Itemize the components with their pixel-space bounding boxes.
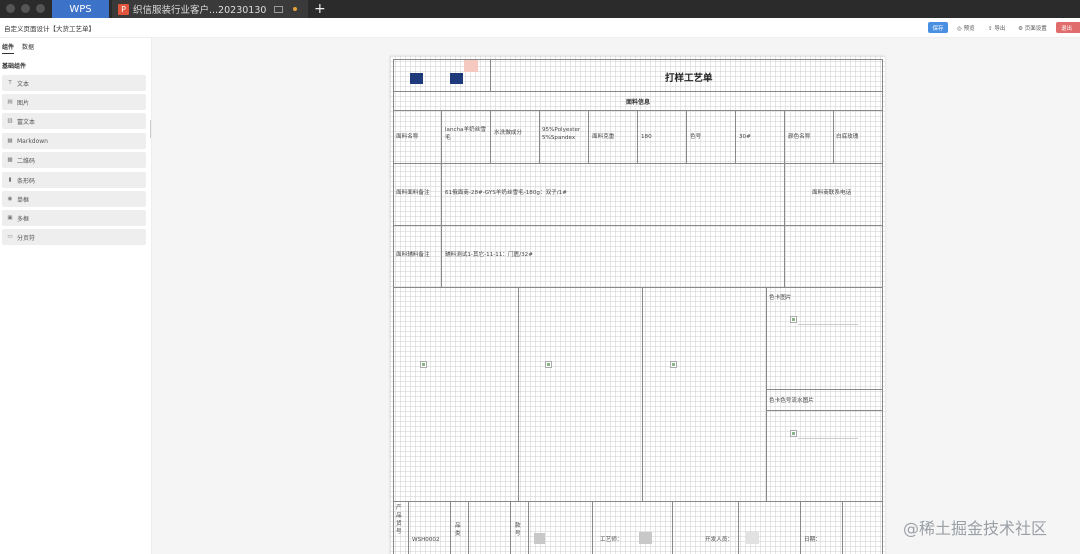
markdown-icon: ▦ [7,138,13,144]
color-card-image-placeholder[interactable] [790,316,797,323]
accessory-remark-value[interactable]: 辅料测试1-其它-11-11：门匮/32# [445,251,533,259]
radio-icon: ◉ [7,196,13,202]
wash-label[interactable]: 水洗做成分 [494,129,538,137]
sidebar-item-label: 文本 [17,80,30,88]
sidebar-item-rich-text[interactable]: ▥ 富文本 [2,113,146,129]
color-no-label[interactable]: 色号 [690,133,701,141]
color-card-label[interactable]: 色卡图片 [769,294,791,302]
close-window-button[interactable] [6,4,15,13]
sidebar-item-label: 多框 [17,215,30,223]
tab-wps-label: WPS [69,3,92,15]
sidebar-item-label: 单框 [17,196,30,204]
color-card-detail-label[interactable]: 色卡色号流水图片 [769,397,814,405]
export-button[interactable]: ⇪ 导出 [988,24,1005,32]
sidebar-item-text[interactable]: T 文本 [2,75,146,91]
accessory-remark-label[interactable]: 面料辅料备注 [396,251,430,259]
design-canvas[interactable]: 打样工艺单 面料信息 面料名称 lancha羊奶丝雪毛 水洗做成分 95%Pol… [153,38,1080,554]
sidebar-item-page-break[interactable]: ▭ 分页符 [2,229,146,245]
color-no-value[interactable]: 30# [739,133,751,141]
sidebar-item-barcode[interactable]: ▮ 条形码 [2,172,146,188]
style-no-label[interactable]: 款号 [515,522,523,538]
product-no-value[interactable]: WSH0002 [412,536,440,544]
qrcode-icon: ▩ [7,157,13,163]
craftsman-label[interactable]: 工艺师： [600,536,622,544]
fabric-name-label[interactable]: 面料名称 [396,133,418,141]
color-name-label[interactable]: 颜色名称 [788,133,810,141]
image-placeholder-2[interactable] [545,361,552,368]
page-settings-label: 页面设置 [1024,26,1047,32]
exit-button[interactable]: 退出 [1056,22,1080,33]
sidebar-item-label: 分页符 [17,234,36,242]
watermark: @稀土掘金技术社区 [903,519,1048,538]
tab-wps[interactable]: WPS [52,0,109,18]
category-label[interactable]: 品类 [455,522,463,538]
fabric-name-value[interactable]: lancha羊奶丝雪毛 [445,126,489,142]
sheet-title[interactable]: 打样工艺单 [665,70,713,84]
color-name-value[interactable]: 白底玫瑰 [836,133,858,141]
minimize-window-button[interactable] [21,4,30,13]
sidebar-item-single-box[interactable]: ◉ 单框 [2,191,146,207]
save-button[interactable]: 保存 [928,22,948,33]
tab-data[interactable]: 数据 [22,42,34,54]
component-sidebar: 组件 数据 基础组件 T 文本 ▤ 图片 ▥ 富文本 ▦ Markdown ▩ 二维码 ▮… [0,38,154,554]
sidebar-item-qrcode[interactable]: ▩ 二维码 [2,152,146,168]
rich-text-icon: ▥ [7,118,13,124]
tab-document-label: 织信服装行业客户...20230130 [133,5,267,16]
barcode-icon: ▮ [8,177,12,183]
logo-block-right [450,73,463,84]
page-break-icon: ▭ [7,234,13,240]
product-no-label[interactable]: 产品货号 [396,504,404,536]
preview-label: 预览 [963,26,975,32]
sidebar-item-label: 图片 [17,99,30,107]
document-icon: P [118,3,129,15]
section-fabric-title[interactable]: 面料信息 [626,97,650,106]
supplier-phone-label[interactable]: 面料商联系电话 [812,189,851,197]
logo-block-left [410,73,423,84]
sidebar-item-image[interactable]: ▤ 图片 [2,94,146,110]
weight-value[interactable]: 180 [641,133,652,141]
top-toolbar: 自定义页面设计【大货工艺单】 保存 ◎ 预览 ⇪ 导出 ⚙ 页面设置 退出 [0,18,1080,38]
tab-components[interactable]: 组件 [2,42,15,54]
sidebar-item-label: 条形码 [17,177,36,185]
section-basic-components: 基础组件 [2,63,27,70]
image-placeholder-3[interactable] [670,361,677,368]
fabric-remark-label[interactable]: 面料面料备注 [396,189,430,197]
export-label: 导出 [994,26,1006,32]
sidebar-item-label: 二维码 [17,157,36,165]
gear-icon: ⚙ [1018,26,1025,32]
preview-button[interactable]: ◎ 预览 [957,24,975,32]
image-icon: ▤ [7,99,13,105]
sidebar-item-multi-box[interactable]: ▣ 多框 [2,210,146,226]
fabric-remark-value[interactable]: 61俄面商-28#-GYS羊奶丝雪毛-180g：双子/1# [445,189,567,197]
unsaved-dot-icon [293,7,298,11]
logo-accent [464,60,478,72]
sidebar-item-markdown[interactable]: ▦ Markdown [2,133,146,149]
window-titlebar: WPS P 织信服装行业客户...20230130 + [0,0,1080,18]
sidebar-item-label: Markdown [17,137,48,145]
weight-label[interactable]: 面料克重 [592,133,614,141]
composition-value[interactable]: 95%Polyester 5%Spandex [542,126,587,142]
exit-label: 退出 [1061,25,1073,32]
date-label[interactable]: 日期： [804,536,821,544]
add-tab-button[interactable]: + [314,1,326,17]
developer-label[interactable]: 开发人员： [705,536,733,544]
print-sheet[interactable]: 打样工艺单 面料信息 面料名称 lancha羊奶丝雪毛 水洗做成分 95%Pol… [390,56,885,554]
image-placeholder-1[interactable] [420,361,427,368]
tab-document[interactable]: P 织信服装行业客户...20230130 [112,0,308,18]
checkbox-icon: ▣ [7,215,13,221]
developer-value-block[interactable] [746,532,759,544]
color-card-image-frame [798,324,858,325]
page-title: 自定义页面设计【大货工艺单】 [4,25,95,33]
sidebar-tabs: 组件 数据 [2,42,34,54]
craftsman-value-block[interactable] [639,532,652,544]
style-no-value-block[interactable] [534,533,545,544]
color-card-detail-image-placeholder[interactable] [790,430,797,437]
maximize-window-button[interactable] [36,4,45,13]
page-settings-button[interactable]: ⚙ 页面设置 [1018,24,1047,32]
sidebar-item-label: 富文本 [17,118,36,126]
monitor-icon[interactable] [274,5,284,13]
text-icon: T [8,80,12,86]
color-card-detail-image-frame [798,438,858,439]
